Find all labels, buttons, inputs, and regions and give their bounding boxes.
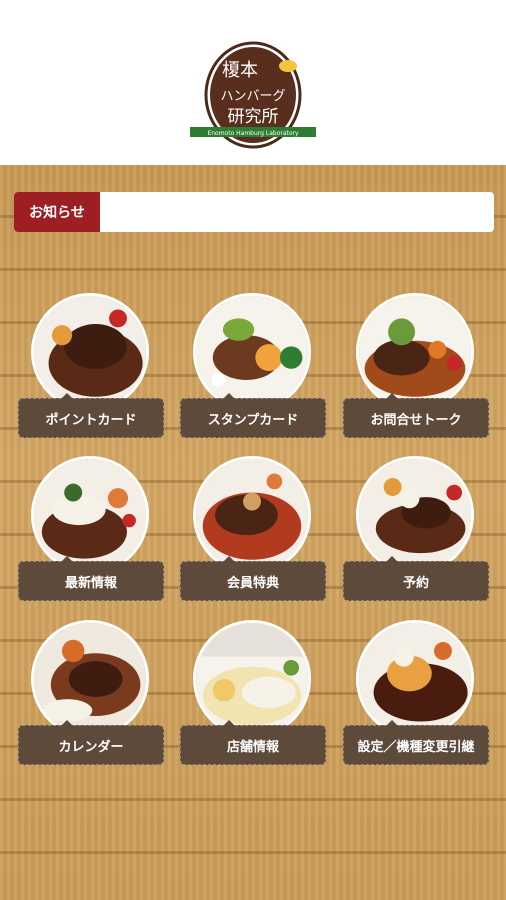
logo-line3: 研究所 <box>228 107 279 127</box>
food-photo <box>356 293 474 411</box>
food-photo <box>31 620 149 738</box>
food-photo <box>356 456 474 574</box>
app-header: 榎本 ハンバーグ 研究所 Enomoto Hamburg Laboratory <box>0 0 506 165</box>
food-photo <box>356 620 474 738</box>
menu-calendar[interactable]: カレンダー <box>18 620 164 766</box>
menu-latest-info[interactable]: 最新情報 <box>18 456 164 602</box>
menu-settings-transfer[interactable]: 設定／機種変更引継 <box>343 620 489 766</box>
logo-line2: ハンバーグ <box>220 89 285 104</box>
calendar-button[interactable]: カレンダー <box>18 720 164 765</box>
member-benefits-button[interactable]: 会員特典 <box>180 556 326 601</box>
stamp-card-button[interactable]: スタンプカード <box>180 393 326 438</box>
menu-stamp-card[interactable]: スタンプカード <box>180 293 326 439</box>
settings-transfer-button[interactable]: 設定／機種変更引継 <box>343 720 489 765</box>
food-photo <box>193 620 311 738</box>
food-photo <box>193 293 311 411</box>
logo-ribbon: Enomoto Hamburg Laboratory <box>207 130 299 137</box>
menu-member-benefits[interactable]: 会員特典 <box>180 456 326 602</box>
food-photo <box>31 293 149 411</box>
news-label: お知らせ <box>14 192 100 232</box>
food-photo <box>193 456 311 574</box>
store-info-button[interactable]: 店舗情報 <box>180 720 326 765</box>
inquiry-talk-button[interactable]: お問合せトーク <box>343 393 489 438</box>
brand-logo: 榎本 ハンバーグ 研究所 Enomoto Hamburg Laboratory <box>190 41 316 149</box>
reservation-button[interactable]: 予約 <box>343 556 489 601</box>
logo-line1: 榎本 <box>222 60 258 81</box>
menu-store-info[interactable]: 店舗情報 <box>180 620 326 766</box>
menu-reservation[interactable]: 予約 <box>343 456 489 602</box>
point-card-button[interactable]: ポイントカード <box>18 393 164 438</box>
latest-info-button[interactable]: 最新情報 <box>18 556 164 601</box>
menu-inquiry-talk[interactable]: お問合せトーク <box>343 293 489 439</box>
food-photo <box>31 456 149 574</box>
menu-point-card[interactable]: ポイントカード <box>18 293 164 439</box>
news-bar[interactable]: お知らせ <box>14 192 494 232</box>
